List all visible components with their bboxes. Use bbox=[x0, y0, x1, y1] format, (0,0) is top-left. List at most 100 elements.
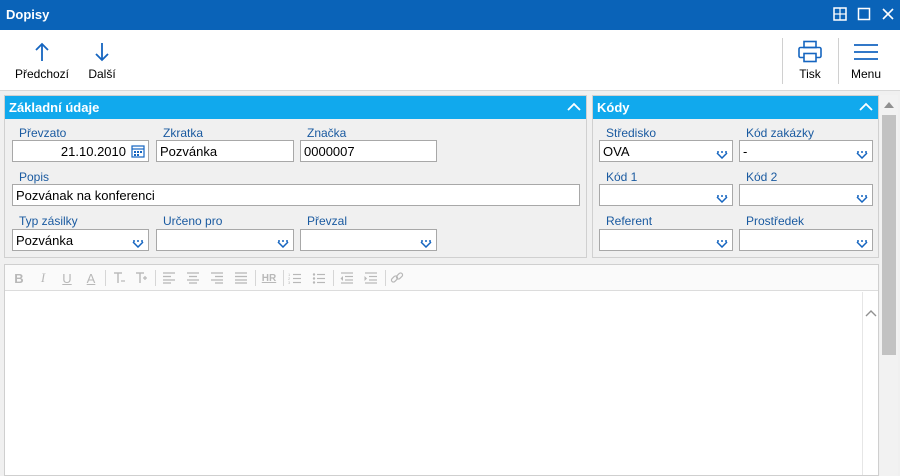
chevron-up-icon[interactable] bbox=[865, 306, 877, 320]
typ-zasilky-value: Pozvánka bbox=[16, 233, 74, 248]
chevron-up-icon[interactable] bbox=[858, 99, 874, 115]
chevron-up-icon[interactable] bbox=[566, 99, 582, 115]
kod1-select[interactable] bbox=[599, 184, 733, 206]
editor-separator bbox=[283, 270, 284, 286]
superscript-icon[interactable] bbox=[133, 271, 149, 285]
zkratka-label: Zkratka bbox=[163, 126, 204, 140]
basic-data-title: Základní údaje bbox=[9, 100, 100, 115]
justify-icon[interactable] bbox=[233, 271, 249, 285]
bold-icon[interactable]: B bbox=[11, 271, 27, 286]
toolbar-separator bbox=[782, 38, 783, 84]
referent-label: Referent bbox=[606, 214, 653, 228]
kod2-select[interactable] bbox=[739, 184, 873, 206]
dropdown-icon[interactable] bbox=[856, 236, 868, 249]
toolbar: Předchozí Další Tisk Menu bbox=[0, 30, 900, 91]
link-icon[interactable] bbox=[389, 271, 405, 285]
dropdown-icon[interactable] bbox=[420, 236, 432, 249]
znacka-value: 0000007 bbox=[304, 144, 355, 159]
stredisko-value: OVA bbox=[603, 144, 630, 159]
typ-zasilky-select[interactable]: Pozvánka bbox=[12, 229, 149, 251]
svg-text:3: 3 bbox=[288, 280, 291, 284]
popis-label: Popis bbox=[19, 170, 50, 184]
kod-zakazky-value: - bbox=[743, 144, 748, 159]
print-label: Tisk bbox=[799, 67, 821, 81]
arrow-up-icon bbox=[34, 40, 50, 64]
dropdown-icon[interactable] bbox=[716, 147, 728, 160]
italic-icon[interactable]: I bbox=[35, 270, 51, 285]
close-icon[interactable] bbox=[880, 6, 896, 22]
subscript-icon[interactable] bbox=[111, 271, 127, 285]
underline-icon[interactable]: U bbox=[59, 271, 75, 286]
bullet-list-icon[interactable] bbox=[311, 271, 327, 285]
kod-zakazky-select[interactable]: - bbox=[739, 140, 873, 162]
prostredek-select[interactable] bbox=[739, 229, 873, 251]
dropdown-icon[interactable] bbox=[716, 191, 728, 204]
rich-text-editor: B I U A HR 123 bbox=[4, 264, 879, 476]
prostredek-label: Prostředek bbox=[746, 214, 805, 228]
window-title: Dopisy bbox=[6, 7, 50, 22]
scrollbar-thumb[interactable] bbox=[882, 115, 896, 355]
dropdown-icon[interactable] bbox=[716, 236, 728, 249]
hamburger-icon bbox=[853, 40, 879, 64]
dropdown-icon[interactable] bbox=[856, 191, 868, 204]
editor-scrollbar[interactable] bbox=[862, 292, 878, 475]
maximize-icon[interactable] bbox=[856, 6, 872, 22]
numbered-list-icon[interactable]: 123 bbox=[287, 271, 303, 285]
prevzato-value: 21.10.2010 bbox=[60, 144, 126, 159]
align-right-icon[interactable] bbox=[209, 271, 225, 285]
stredisko-select[interactable]: OVA bbox=[599, 140, 733, 162]
menu-button[interactable]: Menu bbox=[844, 30, 888, 91]
menu-label: Menu bbox=[850, 67, 882, 81]
popis-value: Pozvának na konferenci bbox=[16, 188, 155, 203]
indent-icon[interactable] bbox=[363, 271, 379, 285]
outdent-icon[interactable] bbox=[339, 271, 355, 285]
restore-icon[interactable] bbox=[832, 6, 848, 22]
kod1-label: Kód 1 bbox=[606, 170, 638, 184]
kod-zakazky-label: Kód zakázky bbox=[746, 126, 815, 140]
basic-data-panel: Základní údaje Převzato 21.10.2010 Zkrat… bbox=[4, 95, 587, 258]
prevzal-select[interactable] bbox=[300, 229, 437, 251]
editor-separator bbox=[255, 270, 256, 286]
kod2-label: Kód 2 bbox=[746, 170, 778, 184]
dropdown-icon[interactable] bbox=[132, 236, 144, 249]
horizontal-rule-icon[interactable]: HR bbox=[259, 271, 279, 285]
dropdown-icon[interactable] bbox=[856, 147, 868, 160]
prevzato-field[interactable]: 21.10.2010 bbox=[12, 140, 149, 162]
calendar-icon[interactable] bbox=[131, 144, 145, 158]
urceno-pro-select[interactable] bbox=[156, 229, 294, 251]
previous-label: Předchozí bbox=[14, 67, 70, 81]
arrow-down-icon bbox=[94, 40, 110, 64]
print-button[interactable]: Tisk bbox=[788, 30, 832, 91]
codes-title: Kódy bbox=[597, 100, 630, 115]
editor-separator bbox=[333, 270, 334, 286]
codes-panel: Kódy Středisko OVA Kód zakázky - Kód 1 K… bbox=[592, 95, 879, 258]
znacka-label: Značka bbox=[307, 126, 347, 140]
popis-field[interactable]: Pozvának na konferenci bbox=[12, 184, 580, 206]
next-label: Další bbox=[88, 67, 116, 81]
typ-zasilky-label: Typ zásilky bbox=[19, 214, 78, 228]
previous-button[interactable]: Předchozí bbox=[14, 30, 70, 91]
codes-header[interactable]: Kódy bbox=[593, 96, 878, 119]
next-button[interactable]: Další bbox=[82, 30, 122, 91]
prevzal-label: Převzal bbox=[307, 214, 348, 228]
urceno-pro-label: Určeno pro bbox=[163, 214, 223, 228]
printer-icon bbox=[797, 40, 823, 64]
align-center-icon[interactable] bbox=[185, 271, 201, 285]
dropdown-icon[interactable] bbox=[277, 236, 289, 249]
stredisko-label: Středisko bbox=[606, 126, 657, 140]
editor-separator bbox=[155, 270, 156, 286]
basic-data-header[interactable]: Základní údaje bbox=[5, 96, 586, 119]
editor-separator bbox=[105, 270, 106, 286]
zkratka-field[interactable]: Pozvánka bbox=[156, 140, 294, 162]
prevzato-label: Převzato bbox=[19, 126, 67, 140]
align-left-icon[interactable] bbox=[161, 271, 177, 285]
window-scrollbar[interactable] bbox=[880, 95, 898, 476]
toolbar-separator bbox=[838, 38, 839, 84]
znacka-field[interactable]: 0000007 bbox=[300, 140, 437, 162]
font-color-icon[interactable]: A bbox=[83, 271, 99, 286]
referent-select[interactable] bbox=[599, 229, 733, 251]
scroll-up-icon[interactable] bbox=[882, 99, 896, 111]
window-titlebar: Dopisy bbox=[0, 0, 900, 30]
zkratka-value: Pozvánka bbox=[160, 144, 218, 159]
editor-separator bbox=[385, 270, 386, 286]
